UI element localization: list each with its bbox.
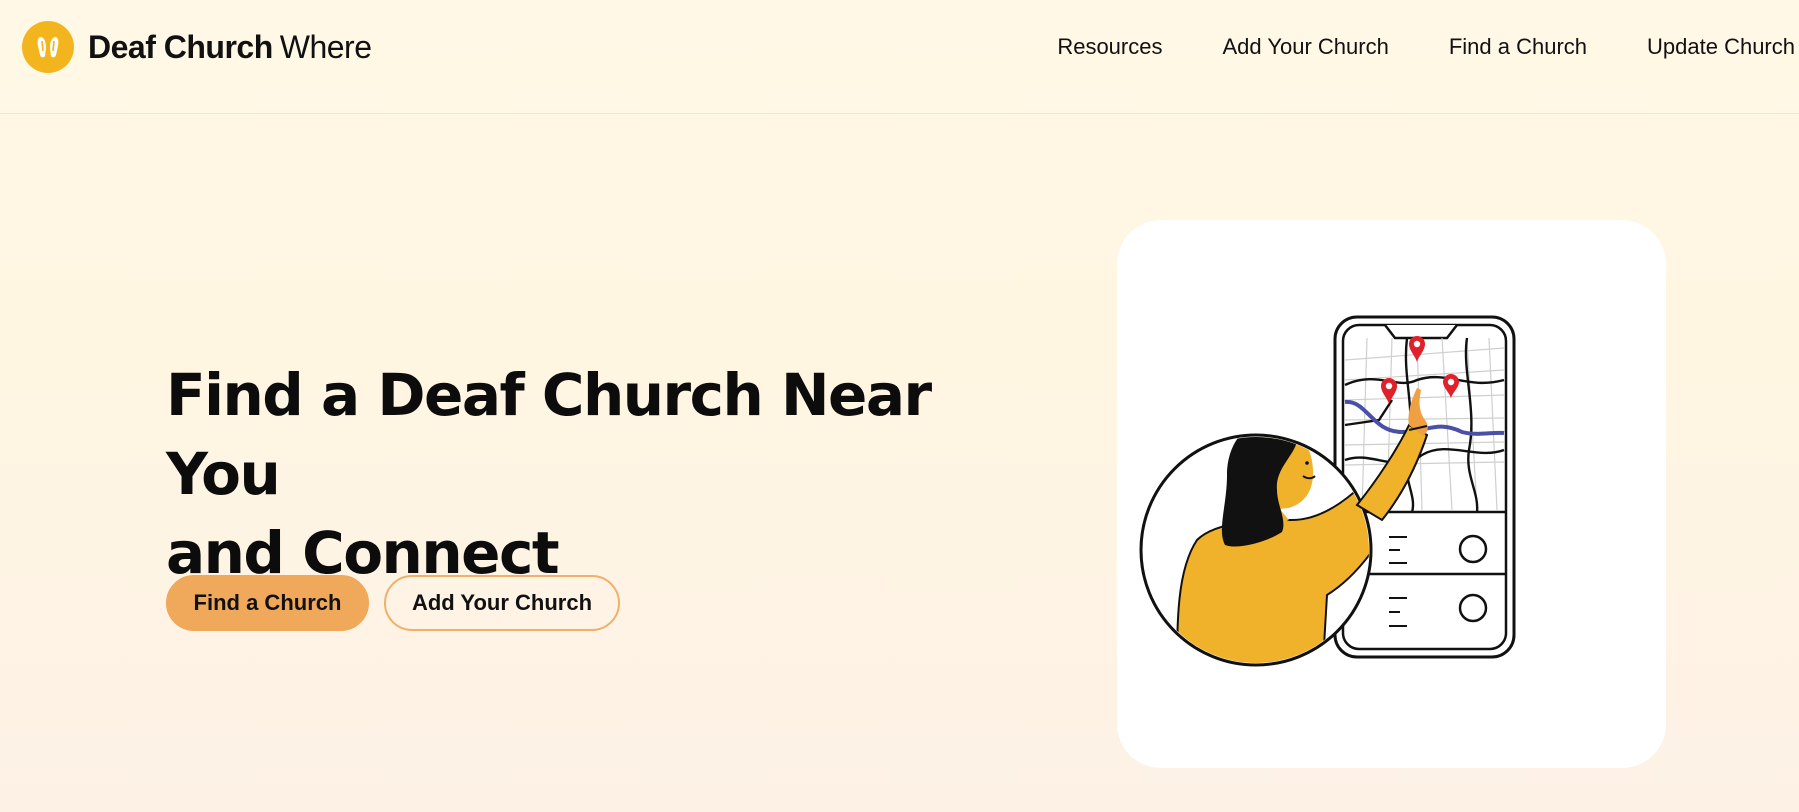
main-nav: Resources Add Your Church Find a Church …	[997, 30, 1795, 64]
nav-resources[interactable]: Resources	[1057, 30, 1162, 64]
nav-update-church[interactable]: Update Church	[1647, 30, 1795, 64]
hero-title-line1: Find a Deaf Church Near You	[166, 361, 932, 508]
brand-name: Deaf Church Where	[88, 29, 372, 66]
map-phone-illustration	[1139, 315, 1516, 667]
brand-name-bold: Deaf Church	[88, 28, 273, 65]
phone-illustration	[1333, 315, 1516, 659]
hero-title: Find a Deaf Church Near You and Connect	[166, 356, 966, 593]
find-a-church-button[interactable]: Find a Church	[166, 575, 369, 631]
hands-icon	[22, 21, 74, 73]
brand-logo[interactable]: Deaf Church Where	[22, 20, 372, 74]
add-your-church-button[interactable]: Add Your Church	[384, 575, 620, 631]
nav-add-your-church[interactable]: Add Your Church	[1222, 30, 1388, 64]
nav-find-a-church[interactable]: Find a Church	[1449, 30, 1587, 64]
illustration-card	[1117, 220, 1666, 768]
brand-name-regular: Where	[279, 28, 372, 65]
site-header: Deaf Church Where Resources Add Your Chur…	[0, 0, 1799, 114]
